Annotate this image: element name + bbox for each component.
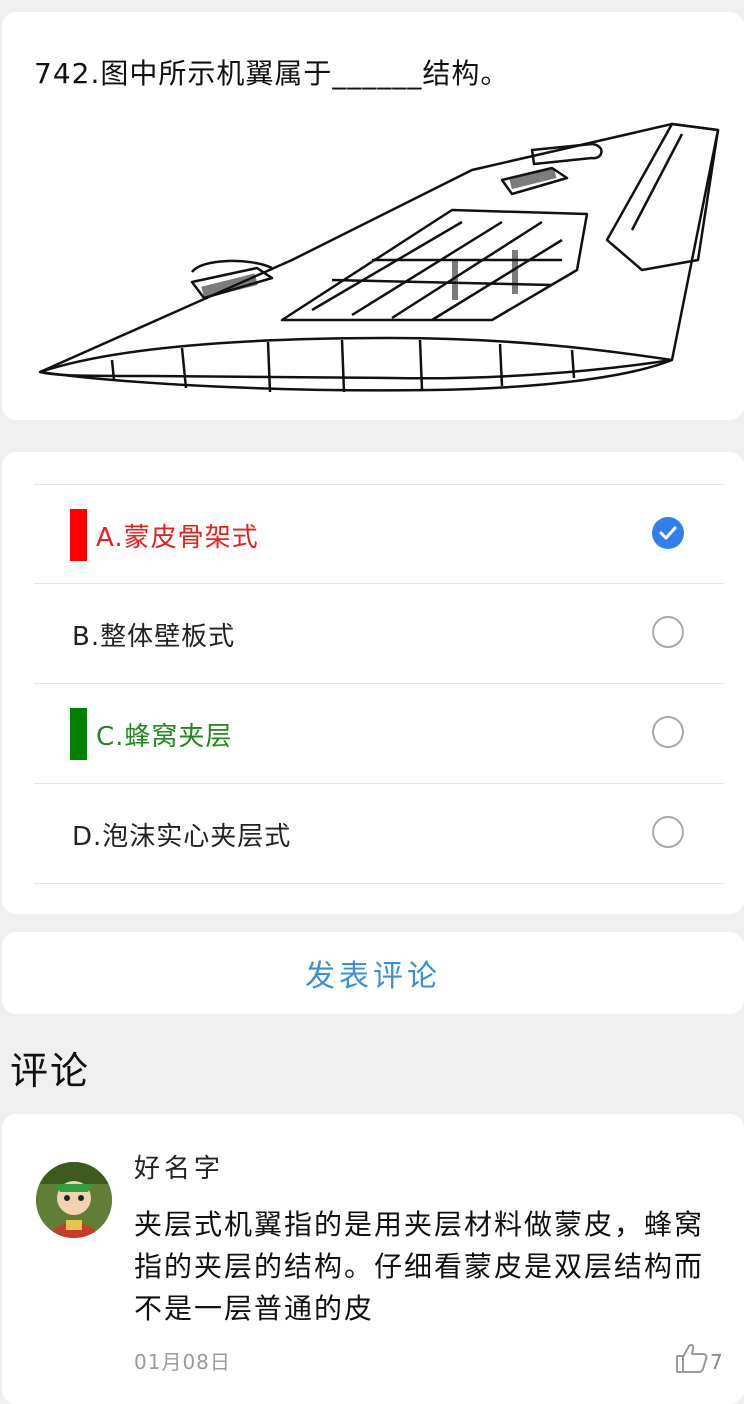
radio-unselected[interactable] xyxy=(652,716,684,748)
avatar[interactable] xyxy=(36,1162,112,1238)
option-a[interactable]: A.蒙皮骨架式 xyxy=(34,484,724,584)
wrong-answer-marker xyxy=(70,509,87,561)
post-comment-button[interactable]: 发表评论 xyxy=(305,951,441,995)
question-title: 742.图中所示机翼属于______结构。 xyxy=(34,57,510,90)
avatar-image xyxy=(36,1162,112,1238)
comment-item: 好名字 夹层式机翼指的是用夹层材料做蒙皮，蜂窝指的夹层的结构。仔细看蒙皮是双层结… xyxy=(2,1114,744,1404)
like-button[interactable]: 7 xyxy=(674,1342,723,1374)
option-label: D.泡沫实心夹层式 xyxy=(72,822,292,852)
option-label: C.蜂窝夹层 xyxy=(96,722,233,752)
comment-date: 01月08日 xyxy=(134,1350,231,1374)
question-card: 742.图中所示机翼属于______结构。 xyxy=(2,12,744,420)
radio-selected[interactable] xyxy=(652,517,684,549)
checkmark-icon xyxy=(659,526,677,540)
like-count: 7 xyxy=(710,1350,723,1374)
wing-structure-image xyxy=(38,122,720,393)
comment-username[interactable]: 好名字 xyxy=(134,1148,224,1185)
option-d[interactable]: D.泡沫实心夹层式 xyxy=(34,783,724,884)
option-b[interactable]: B.整体壁板式 xyxy=(34,583,724,683)
correct-answer-marker xyxy=(70,708,87,760)
thumbs-up-icon xyxy=(676,1344,708,1373)
option-c[interactable]: C.蜂窝夹层 xyxy=(34,683,724,783)
comments-heading: 评论 xyxy=(10,1049,91,1093)
radio-unselected[interactable] xyxy=(652,816,684,848)
option-label: B.整体壁板式 xyxy=(72,622,236,652)
comment-text: 夹层式机翼指的是用夹层材料做蒙皮，蜂窝指的夹层的结构。仔细看蒙皮是双层结构而不是… xyxy=(134,1208,705,1325)
radio-unselected[interactable] xyxy=(652,616,684,648)
option-label: A.蒙皮骨架式 xyxy=(96,523,259,553)
post-comment-card: 发表评论 xyxy=(2,932,744,1014)
options-card: A.蒙皮骨架式 B.整体壁板式 C.蜂窝夹层 D.泡沫实心夹层式 xyxy=(2,452,744,914)
